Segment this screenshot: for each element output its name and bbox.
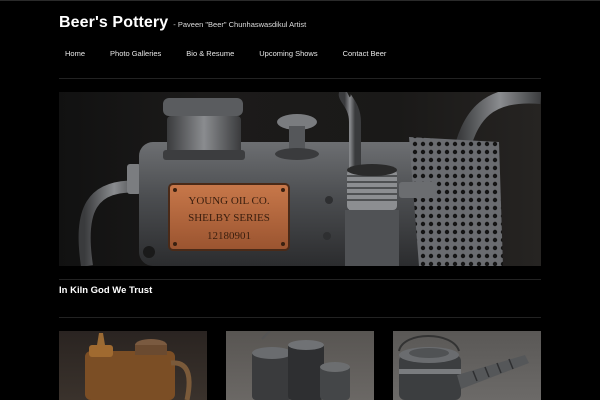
site-description: - Paveen "Beer" Chunhaswasdikul Artist	[173, 20, 307, 29]
plate-line-3: 12180901	[207, 230, 251, 242]
gallery-thumbnail-oil-can[interactable]	[59, 331, 207, 400]
banner-divider	[59, 279, 541, 280]
nav-contact-beer[interactable]: Contact Beer	[337, 48, 393, 59]
section-title: In Kiln God We Trust	[59, 285, 153, 296]
nav-upcoming-shows[interactable]: Upcoming Shows	[253, 48, 323, 59]
main-nav: Home Photo Galleries Bio & Resume Upcomi…	[59, 48, 405, 59]
top-border	[0, 0, 600, 1]
plate-line-2: SHELBY SERIES	[188, 212, 270, 224]
nav-divider	[59, 78, 541, 79]
site-header: Beer's Pottery - Paveen "Beer" Chunhaswa…	[59, 14, 306, 32]
nav-photo-galleries[interactable]: Photo Galleries	[104, 48, 167, 59]
header-banner-image: YOUNG OIL CO. SHELBY SERIES 12180901	[59, 92, 541, 266]
nav-home[interactable]: Home	[59, 48, 91, 59]
section-divider	[59, 317, 541, 318]
gallery-thumbnail-engine[interactable]	[226, 331, 374, 400]
plate-line-1: YOUNG OIL CO.	[188, 195, 269, 207]
gallery-thumbnail-spout-can[interactable]	[393, 331, 541, 400]
site-title[interactable]: Beer's Pottery	[59, 14, 168, 32]
nav-bio-resume[interactable]: Bio & Resume	[180, 48, 240, 59]
